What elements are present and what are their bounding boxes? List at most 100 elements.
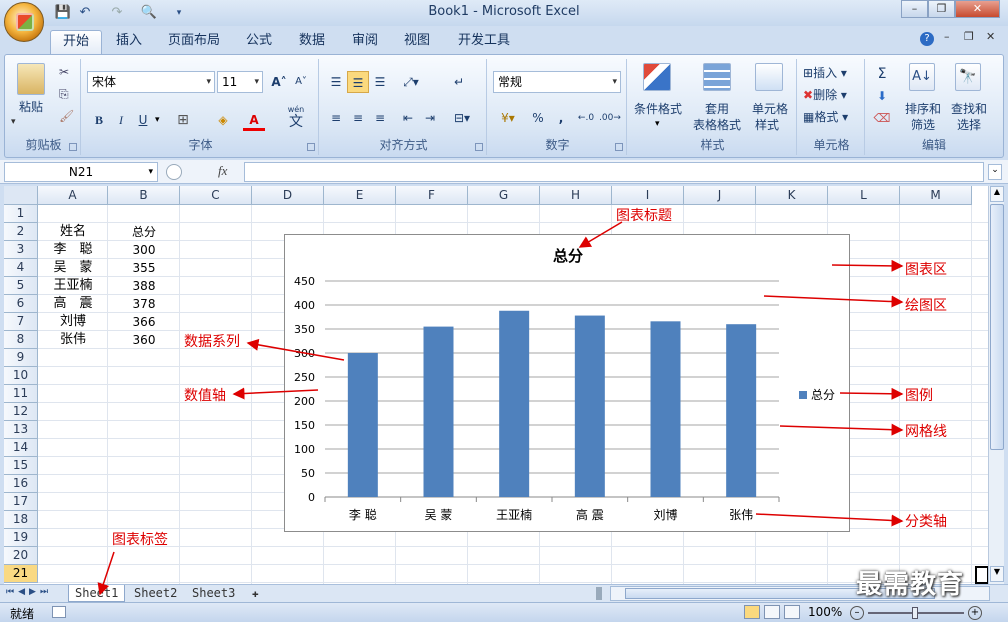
column-header-e[interactable]: E <box>324 186 396 205</box>
scroll-thumb[interactable] <box>990 204 1004 450</box>
insert-cells-button[interactable]: ⊞插入 ▾ <box>803 65 861 81</box>
number-dialog-icon[interactable] <box>615 143 623 151</box>
zoom-slider-thumb[interactable] <box>912 607 918 619</box>
format-as-table-label-1[interactable]: 套用 <box>689 101 745 117</box>
row-header-6[interactable]: 6 <box>4 295 38 313</box>
format-cells-button[interactable]: ▦格式 ▾ <box>803 109 861 125</box>
cell-a4[interactable]: 吴 蒙 <box>38 259 108 277</box>
bar-2[interactable] <box>499 310 530 497</box>
sort-filter-label-1[interactable]: 排序和 <box>901 101 945 117</box>
conditional-format-dropdown-icon[interactable]: ▾ <box>655 119 660 129</box>
find-select-label-2[interactable]: 选择 <box>947 117 991 133</box>
ribbon-minimize-icon[interactable]: – <box>944 30 950 43</box>
column-header-c[interactable]: C <box>180 186 252 205</box>
zoom-level[interactable]: 100% <box>808 605 842 619</box>
cell-styles-label-1[interactable]: 单元格 <box>747 101 793 117</box>
scroll-down-icon[interactable]: ▼ <box>990 566 1004 582</box>
fill-icon[interactable]: ⬇ <box>871 85 893 107</box>
row-header-11[interactable]: 11 <box>4 385 38 403</box>
find-select-label-1[interactable]: 查找和 <box>947 101 991 117</box>
sort-filter-icon[interactable]: A↓ <box>909 63 935 91</box>
row-header-3[interactable]: 3 <box>4 241 38 259</box>
format-as-table-label-2[interactable]: 表格格式 <box>685 117 749 133</box>
cell-a3[interactable]: 李 聪 <box>38 241 108 259</box>
cell-b5[interactable]: 388 <box>108 277 180 295</box>
minimize-button[interactable]: – <box>901 0 928 18</box>
formula-input[interactable] <box>244 162 984 182</box>
grow-font-button[interactable]: A˄ <box>269 71 289 93</box>
cell-b4[interactable]: 355 <box>108 259 180 277</box>
sort-filter-label-2[interactable]: 筛选 <box>901 117 945 133</box>
tab-page-layout[interactable]: 页面布局 <box>156 30 232 54</box>
row-header-8[interactable]: 8 <box>4 331 38 349</box>
conditional-format-button[interactable]: 条件格式 <box>629 101 687 117</box>
restore-button[interactable]: ❐ <box>928 0 955 18</box>
select-all-corner[interactable] <box>4 186 38 205</box>
paste-dropdown-icon[interactable]: ▾ <box>11 117 16 127</box>
bar-0[interactable] <box>347 353 378 497</box>
close-button[interactable]: ✕ <box>955 0 1000 18</box>
row-header-2[interactable]: 2 <box>4 223 38 241</box>
borders-icon[interactable]: ⊞ <box>171 109 195 131</box>
column-header-d[interactable]: D <box>252 186 324 205</box>
increase-indent-icon[interactable]: ⇥ <box>419 107 441 129</box>
row-header-13[interactable]: 13 <box>4 421 38 439</box>
decrease-indent-icon[interactable]: ⇤ <box>397 107 419 129</box>
cell-b6[interactable]: 378 <box>108 295 180 313</box>
chart-title[interactable]: 总分 <box>553 247 583 265</box>
row-header-7[interactable]: 7 <box>4 313 38 331</box>
underline-button[interactable]: U <box>133 109 153 131</box>
bar-5[interactable] <box>726 324 757 497</box>
align-left-icon[interactable]: ≡ <box>325 107 347 129</box>
insert-function-button[interactable]: fx <box>218 163 227 179</box>
tab-review[interactable]: 审阅 <box>340 30 390 54</box>
normal-view-icon[interactable] <box>744 605 760 619</box>
cell-b8[interactable]: 360 <box>108 331 180 349</box>
comma-button[interactable]: , <box>551 107 571 129</box>
tab-developer[interactable]: 开发工具 <box>446 30 522 54</box>
paste-icon[interactable] <box>17 63 45 95</box>
column-header-b[interactable]: B <box>108 186 180 205</box>
tab-view[interactable]: 视图 <box>392 30 442 54</box>
cut-icon[interactable]: ✂ <box>59 65 69 79</box>
autosum-button[interactable]: Σ <box>871 63 893 85</box>
expand-formula-bar-icon[interactable]: ⌄ <box>988 164 1002 180</box>
row-header-5[interactable]: 5 <box>4 277 38 295</box>
bold-button[interactable]: B <box>89 109 109 131</box>
increase-decimal-icon[interactable]: ←.0 <box>575 107 597 129</box>
row-header-14[interactable]: 14 <box>4 439 38 457</box>
shrink-font-button[interactable]: A˅ <box>291 71 311 93</box>
page-break-view-icon[interactable] <box>784 605 800 619</box>
align-top-icon[interactable]: ☰ <box>325 71 347 93</box>
zoom-out-icon[interactable]: – <box>850 606 864 620</box>
paste-button[interactable]: 粘贴 <box>11 99 51 115</box>
column-header-g[interactable]: G <box>468 186 540 205</box>
wrap-text-icon[interactable]: ↵ <box>447 71 471 93</box>
format-as-table-icon[interactable] <box>703 63 731 91</box>
cell-a2[interactable]: 姓名 <box>38 223 108 241</box>
name-box[interactable]: N21 ▾ <box>4 162 158 182</box>
cell-a6[interactable]: 高 震 <box>38 295 108 313</box>
clear-icon[interactable]: ⌫ <box>871 107 893 129</box>
row-header-17[interactable]: 17 <box>4 493 38 511</box>
format-painter-icon[interactable]: 🖌 <box>59 109 74 123</box>
tab-data[interactable]: 数据 <box>287 30 337 54</box>
chart-area[interactable]: 总分 0 50 100 150 200 250 300 350 400 450 李 聪 吴 蒙 王亚楠 高… <box>284 234 850 532</box>
help-icon[interactable]: ? <box>920 32 934 46</box>
row-header-18[interactable]: 18 <box>4 511 38 529</box>
bar-3[interactable] <box>574 315 605 497</box>
row-header-21[interactable]: 21 <box>4 565 38 583</box>
column-header-f[interactable]: F <box>396 186 468 205</box>
insert-sheet-icon[interactable]: ✚ <box>246 585 265 602</box>
row-header-20[interactable]: 20 <box>4 547 38 565</box>
clipboard-dialog-icon[interactable] <box>69 143 77 151</box>
currency-icon[interactable]: ¥▾ <box>493 107 523 129</box>
align-bottom-icon[interactable]: ☰ <box>369 71 391 93</box>
macro-record-icon[interactable] <box>52 606 66 618</box>
tab-split-handle[interactable] <box>596 587 602 600</box>
tab-insert[interactable]: 插入 <box>104 30 154 54</box>
fill-color-icon[interactable]: ◈ <box>211 109 235 131</box>
zoom-in-icon[interactable]: + <box>968 606 982 620</box>
column-header-i[interactable]: I <box>612 186 684 205</box>
formula-options-icon[interactable] <box>166 164 182 180</box>
